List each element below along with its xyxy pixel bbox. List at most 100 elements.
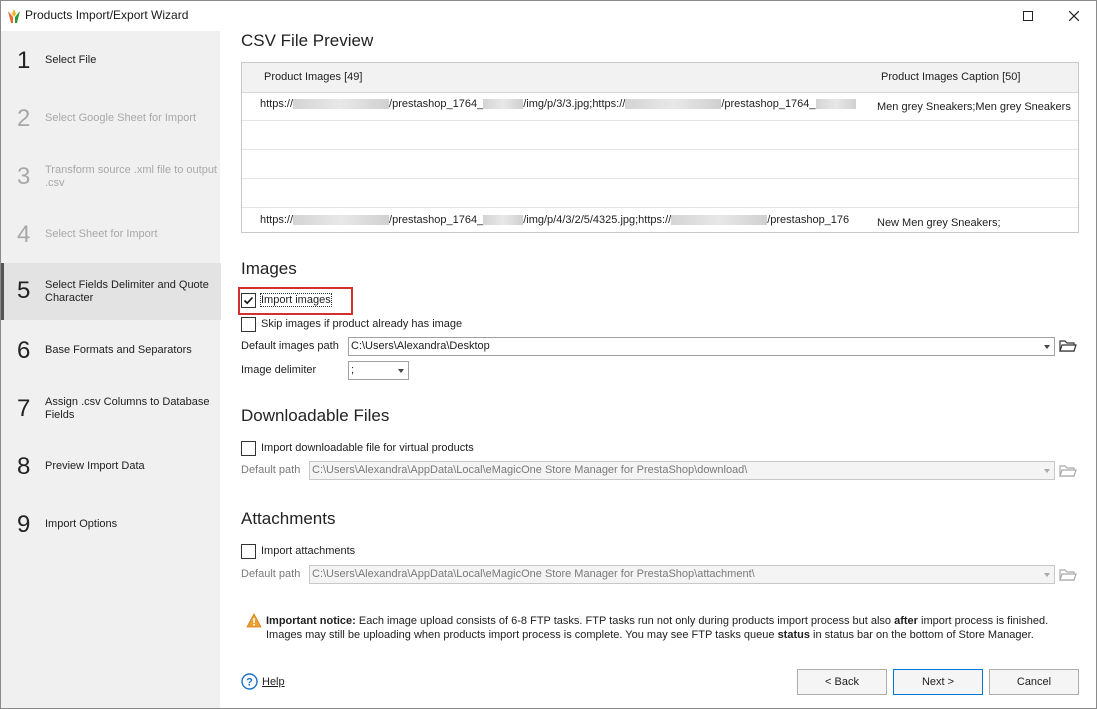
csv-preview-title: CSV File Preview xyxy=(241,31,374,50)
wizard-window: Products Import/Export Wizard 1 Select F… xyxy=(0,0,1097,709)
step-label: Transform source .xml file to output .cs… xyxy=(45,164,217,189)
import-attachments-checkbox[interactable] xyxy=(241,544,256,559)
step-import-options[interactable]: 9 Import Options xyxy=(1,505,220,545)
back-button[interactable]: < Back xyxy=(797,669,887,695)
browse-images-folder-button[interactable] xyxy=(1057,336,1079,355)
chevron-down-icon xyxy=(1044,469,1050,473)
combo-value: C:\Users\Alexandra\AppData\Local\eMagicO… xyxy=(312,568,755,580)
step-select-google-sheet: 2 Select Google Sheet for Import xyxy=(1,99,220,139)
import-downloadable-label[interactable]: Import downloadable file for virtual pro… xyxy=(261,442,474,454)
import-images-checkbox[interactable] xyxy=(241,293,256,308)
step-transform-xml: 3 Transform source .xml file to output .… xyxy=(1,157,220,197)
step-number: 2 xyxy=(17,105,31,132)
chevron-down-icon[interactable] xyxy=(1044,345,1050,349)
default-images-path-combo[interactable]: C:\Users\Alexandra\Desktop xyxy=(348,337,1055,356)
attachments-path-combo: C:\Users\Alexandra\AppData\Local\eMagicO… xyxy=(309,565,1055,584)
step-number: 5 xyxy=(17,277,31,304)
combo-value: C:\Users\Alexandra\Desktop xyxy=(351,340,490,352)
downloadable-section-title: Downloadable Files xyxy=(241,406,390,425)
window-title: Products Import/Export Wizard xyxy=(25,8,189,22)
folder-open-icon xyxy=(1059,464,1077,477)
folder-open-icon xyxy=(1059,568,1077,581)
title-bar: Products Import/Export Wizard xyxy=(1,1,1096,31)
step-number: 8 xyxy=(17,453,31,480)
redacted-text xyxy=(293,215,390,226)
import-downloadable-checkbox[interactable] xyxy=(241,441,256,456)
cancel-button[interactable]: Cancel xyxy=(989,669,1079,695)
table-row[interactable]: https:///prestashop_1764_/img/p/3/3.jpg;… xyxy=(242,92,1078,121)
step-label: Import Options xyxy=(45,518,118,530)
downloadable-path-combo: C:\Users\Alexandra\AppData\Local\eMagicO… xyxy=(309,461,1055,480)
maximize-icon xyxy=(1023,11,1033,21)
table-row[interactable]: https:///prestashop_1764_/img/p/4/3/2/5/… xyxy=(242,208,1078,236)
step-number: 4 xyxy=(17,221,31,248)
step-select-file[interactable]: 1 Select File xyxy=(1,41,220,81)
chevron-down-icon[interactable] xyxy=(398,369,404,373)
grid-header: Product Images [49] Product Images Capti… xyxy=(242,63,1078,93)
step-preview-import[interactable]: 8 Preview Import Data xyxy=(1,447,220,487)
redacted-text xyxy=(671,215,768,226)
cell-images: https:///prestashop_1764_/img/p/3/3.jpg;… xyxy=(260,98,856,110)
step-assign-columns[interactable]: 7 Assign .csv Columns to Database Fields xyxy=(1,389,220,429)
help-link[interactable]: Help xyxy=(262,676,285,688)
step-select-sheet: 4 Select Sheet for Import xyxy=(1,215,220,255)
redacted-text xyxy=(293,99,390,110)
table-row[interactable] xyxy=(242,121,1078,150)
import-attachments-label[interactable]: Import attachments xyxy=(261,545,355,557)
warning-icon xyxy=(246,613,262,628)
redacted-text xyxy=(483,215,524,226)
step-label: Preview Import Data xyxy=(45,460,145,472)
redacted-text xyxy=(815,99,856,110)
svg-text:?: ? xyxy=(246,677,253,689)
close-icon xyxy=(1069,11,1079,21)
table-row[interactable] xyxy=(242,179,1078,208)
column-header-images[interactable]: Product Images [49] xyxy=(264,71,362,83)
help-icon[interactable]: ? xyxy=(241,673,258,690)
default-images-path-label: Default images path xyxy=(241,340,339,352)
step-label: Base Formats and Separators xyxy=(45,344,192,356)
step-label: Select Sheet for Import xyxy=(45,228,158,240)
cell-caption: New Men grey Sneakers; xyxy=(877,217,1001,229)
cell-caption: Men grey Sneakers;Men grey Sneakers xyxy=(877,101,1071,113)
combo-value: ; xyxy=(351,364,355,376)
step-number: 6 xyxy=(17,337,31,364)
chevron-down-icon xyxy=(1044,573,1050,577)
step-label: Assign .csv Columns to Database Fields xyxy=(45,396,210,421)
combo-value: C:\Users\Alexandra\AppData\Local\eMagicO… xyxy=(312,464,748,476)
step-number: 3 xyxy=(17,163,31,190)
image-delimiter-label: Image delimiter xyxy=(241,364,317,376)
close-button[interactable] xyxy=(1051,1,1097,31)
skip-images-label[interactable]: Skip images if product already has image xyxy=(261,318,462,330)
step-label: Select Google Sheet for Import xyxy=(45,112,197,124)
import-images-label[interactable]: Import images xyxy=(260,293,332,307)
step-number: 1 xyxy=(17,47,31,74)
cell-images: https:///prestashop_1764_/img/p/4/3/2/5/… xyxy=(260,214,850,226)
image-delimiter-select[interactable]: ; xyxy=(348,361,409,380)
step-label: Select Fields Delimiter and Quote Charac… xyxy=(45,279,209,304)
important-notice: Important notice: Each image upload cons… xyxy=(266,615,1049,641)
downloadable-path-label: Default path xyxy=(241,464,301,476)
csv-preview-grid[interactable]: Product Images [49] Product Images Capti… xyxy=(241,62,1079,233)
step-label: Select File xyxy=(45,54,97,66)
steps-sidebar: 1 Select File 2 Select Google Sheet for … xyxy=(1,31,223,708)
step-base-formats[interactable]: 6 Base Formats and Separators xyxy=(1,331,220,371)
next-button[interactable]: Next > xyxy=(893,669,983,695)
step-fields-delimiter[interactable]: 5 Select Fields Delimiter and Quote Char… xyxy=(1,263,223,320)
browse-download-folder-button xyxy=(1057,461,1079,480)
maximize-button[interactable] xyxy=(1005,1,1051,31)
attachments-path-label: Default path xyxy=(241,568,301,580)
folder-open-icon xyxy=(1059,339,1077,352)
attachments-section-title: Attachments xyxy=(241,509,336,528)
step-number: 9 xyxy=(17,511,31,538)
browse-attachment-folder-button xyxy=(1057,565,1079,584)
checkmark-icon xyxy=(243,296,254,305)
main-content: CSV File Preview Product Images [49] Pro… xyxy=(221,31,1096,708)
skip-images-checkbox[interactable] xyxy=(241,317,256,332)
step-number: 7 xyxy=(17,395,31,422)
redacted-text xyxy=(483,99,524,110)
app-logo-icon xyxy=(8,9,20,23)
images-section-title: Images xyxy=(241,259,297,278)
table-row[interactable] xyxy=(242,150,1078,179)
column-header-caption[interactable]: Product Images Caption [50] xyxy=(881,71,1020,83)
redacted-text xyxy=(625,99,722,110)
